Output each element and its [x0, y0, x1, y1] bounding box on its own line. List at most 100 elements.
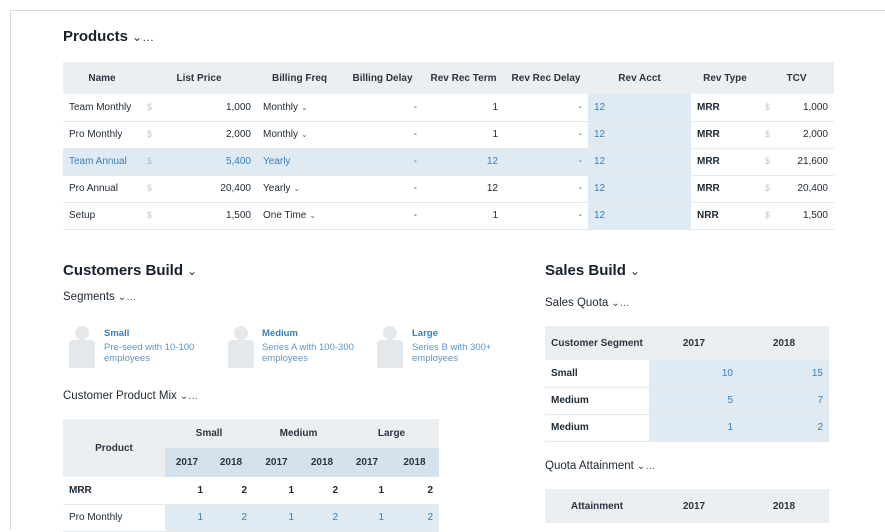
table-row[interactable]: Medium 5 7 — [545, 387, 829, 415]
cell-name[interactable]: Setup — [63, 202, 141, 230]
cell-billing-freq[interactable]: Yearly⌄ — [257, 175, 342, 203]
year-header[interactable]: 2018 — [209, 448, 253, 477]
cell-tcv[interactable]: $20,400 — [759, 175, 834, 203]
col-header-customer-segment[interactable]: Customer Segment — [545, 326, 649, 360]
cell-value[interactable]: 2 — [390, 504, 440, 532]
table-row[interactable]: Pro Annual $20,400 Yearly ⌄ - 12 - 12 MRR… — [63, 175, 834, 203]
cell-value[interactable]: 2 — [300, 504, 344, 532]
year-header[interactable]: 2018 — [300, 448, 344, 477]
segment-name-medium[interactable]: Medium — [262, 328, 298, 339]
table-row[interactable]: Team Monthly $1,000 Monthly ⌄ - 1 - 12 MR… — [63, 94, 834, 122]
cell-quota-2018[interactable]: 7 — [739, 387, 829, 415]
cell-rev-acct[interactable]: 12 — [588, 202, 691, 230]
table-row[interactable]: Medium 1 2 — [545, 414, 829, 442]
cell-rev-type[interactable]: MRR — [691, 121, 759, 149]
segments-label[interactable]: Segments ⌄… — [63, 291, 136, 303]
chevron-down-icon[interactable]: ⌄… — [611, 298, 629, 309]
group-header-large[interactable]: Large — [344, 419, 440, 448]
group-header-medium[interactable]: Medium — [253, 419, 344, 448]
cell-product[interactable]: Pro Monthly — [63, 504, 165, 532]
sales-quota-label[interactable]: Sales Quota ⌄… — [545, 297, 630, 309]
table-row[interactable]: Pro Monthly $2,000 Monthly ⌄ - 1 - 12 MRR… — [63, 121, 834, 149]
cell-rev-type[interactable]: MRR — [691, 175, 759, 203]
cell-quota-2017[interactable]: 10 — [649, 360, 739, 388]
chevron-down-icon[interactable]: ⌄… — [180, 391, 198, 402]
cell-product[interactable]: MRR — [63, 477, 165, 505]
cell-rev-type[interactable]: MRR — [691, 94, 759, 122]
products-title[interactable]: Products ⌄… — [63, 28, 154, 45]
cell-segment[interactable]: Medium — [545, 387, 649, 415]
col-header-tcv[interactable]: TCV — [759, 62, 834, 94]
col-header-billing-delay[interactable]: Billing Delay — [342, 62, 423, 94]
cell-tcv[interactable]: $21,600 — [759, 148, 834, 176]
cell-segment[interactable]: Small — [545, 360, 649, 388]
chevron-down-icon[interactable]: ⌄ — [309, 211, 316, 220]
cell-rev-rec-delay[interactable]: - — [504, 148, 588, 176]
col-header-2017[interactable]: 2017 — [649, 326, 739, 360]
cell-name[interactable]: Pro Annual — [63, 175, 141, 203]
customer-product-mix-label[interactable]: Customer Product Mix ⌄… — [63, 390, 198, 402]
col-header-product[interactable]: Product — [63, 419, 165, 477]
table-row[interactable]: Small 10 15 — [545, 360, 829, 388]
cell-name[interactable]: Team Monthly — [63, 94, 141, 122]
cell-billing-delay[interactable]: - — [342, 94, 423, 122]
cell-value[interactable]: 2 — [209, 504, 253, 532]
quota-attainment-label[interactable]: Quota Attainment ⌄… — [545, 460, 655, 472]
cell-rev-rec-term[interactable]: 12 — [423, 148, 504, 176]
col-header-rev-acct[interactable]: Rev Acct — [588, 62, 691, 94]
cell-value[interactable]: 2 — [209, 477, 253, 505]
table-row[interactable]: Pro Monthly 1 2 1 2 1 2 — [63, 504, 440, 532]
chevron-down-icon[interactable]: ⌄ — [301, 130, 308, 139]
col-header-2018[interactable]: 2018 — [739, 326, 829, 360]
year-header[interactable]: 2017 — [165, 448, 209, 477]
cell-quota-2018[interactable]: 2 — [739, 414, 829, 442]
cell-value[interactable]: 1 — [253, 504, 300, 532]
segment-name-large[interactable]: Large — [412, 328, 438, 339]
cell-value[interactable]: 2 — [300, 477, 344, 505]
cell-list-price[interactable]: $2,000 — [141, 121, 257, 149]
cell-list-price[interactable]: $20,400 — [141, 175, 257, 203]
cell-rev-type[interactable]: MRR — [691, 148, 759, 176]
cell-list-price[interactable]: $1,000 — [141, 94, 257, 122]
chevron-down-icon[interactable]: ⌄… — [118, 292, 136, 303]
cell-value[interactable]: 1 — [165, 477, 209, 505]
cell-tcv[interactable]: $2,000 — [759, 121, 834, 149]
cell-list-price[interactable]: $1,500 — [141, 202, 257, 230]
cell-segment[interactable]: Medium — [545, 414, 649, 442]
customers-build-title[interactable]: Customers Build ⌄ — [63, 262, 197, 279]
chevron-down-icon[interactable]: ⌄ — [301, 103, 308, 112]
cell-billing-freq[interactable]: Monthly ⌄ — [257, 94, 342, 122]
chevron-down-icon[interactable]: ⌄ — [187, 264, 197, 278]
col-header-rev-rec-term[interactable]: Rev Rec Term — [423, 62, 504, 94]
cell-billing-freq[interactable]: Monthly ⌄ — [257, 121, 342, 149]
table-row[interactable]: MRR 1 2 1 2 1 2 — [63, 477, 440, 505]
cell-rev-rec-term[interactable]: 12 — [423, 175, 504, 203]
cell-tcv[interactable]: $1,500 — [759, 202, 834, 230]
cell-billing-freq[interactable]: One Time ⌄ — [257, 202, 342, 230]
cell-billing-delay[interactable]: - — [342, 202, 423, 230]
segment-name-small[interactable]: Small — [104, 328, 129, 339]
col-header-list-price[interactable]: List Price — [141, 62, 257, 94]
cell-name[interactable]: Team Annual — [63, 148, 141, 176]
sales-build-title[interactable]: Sales Build ⌄ — [545, 262, 640, 279]
cell-value[interactable]: 1 — [344, 477, 390, 505]
cell-rev-rec-delay[interactable]: - — [504, 202, 588, 230]
cell-list-price[interactable]: $5,400 — [141, 148, 257, 176]
year-header[interactable]: 2017 — [253, 448, 300, 477]
cell-rev-acct[interactable]: 12 — [588, 175, 691, 203]
year-header[interactable]: 2017 — [344, 448, 390, 477]
cell-quota-2018[interactable]: 15 — [739, 360, 829, 388]
cell-rev-rec-delay[interactable]: - — [504, 94, 588, 122]
cell-rev-rec-delay[interactable]: - — [504, 121, 588, 149]
cell-rev-acct[interactable]: 12 — [588, 148, 691, 176]
table-row-selected[interactable]: Team Annual $5,400 Yearly⌄ - 12 - 12 MRR… — [63, 148, 834, 176]
cell-billing-freq[interactable]: Yearly⌄ — [257, 148, 342, 176]
col-header-billing-freq[interactable]: Billing Freq — [257, 62, 342, 94]
cell-name[interactable]: Pro Monthly — [63, 121, 141, 149]
col-header-name[interactable]: Name — [63, 62, 141, 94]
chevron-down-icon[interactable]: ⌄ — [293, 184, 300, 193]
col-header-rev-type[interactable]: Rev Type — [691, 62, 759, 94]
cell-billing-delay[interactable]: - — [342, 121, 423, 149]
table-row[interactable]: Setup $1,500 One Time ⌄ - 1 - 12 NRR $1,5… — [63, 202, 834, 230]
cell-rev-acct[interactable]: 12 — [588, 121, 691, 149]
